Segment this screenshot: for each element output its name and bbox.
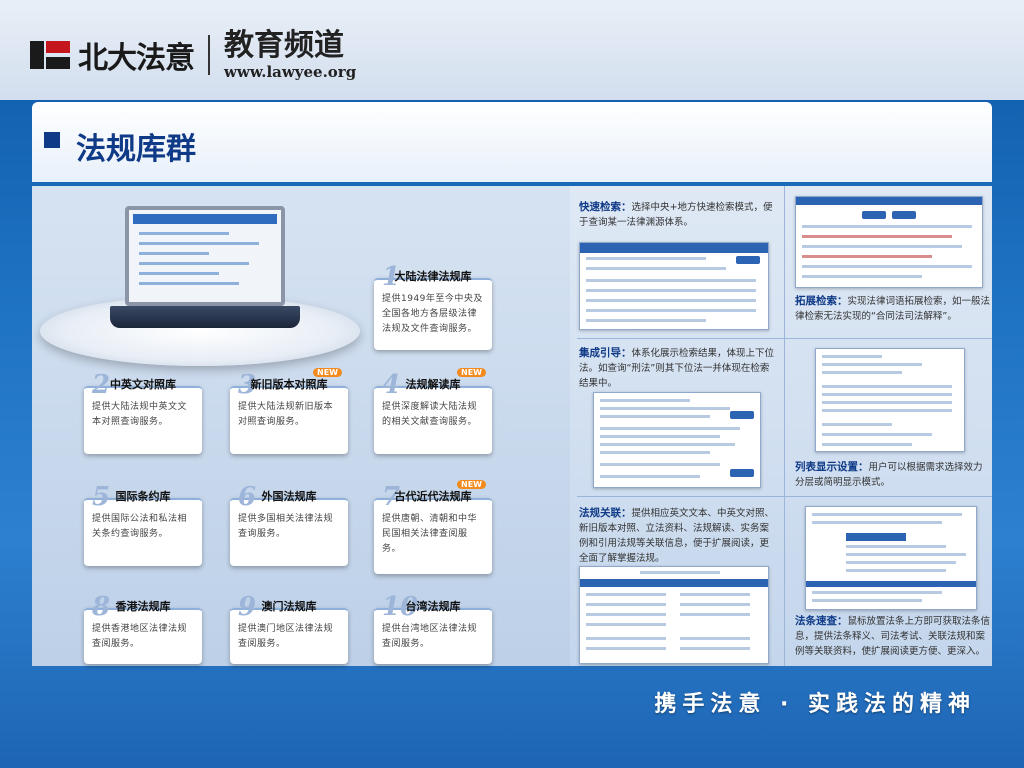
feature-extended-search: 拓展检索：实现法律词语拓展检索，如一般法律检索无法实现的“合同法司法解释”。 bbox=[795, 294, 991, 324]
feature-list-display: 列表显示设置：用户可以根据需求选择效力分层或简明显示模式。 bbox=[795, 460, 991, 490]
card-title: 法规解读库 bbox=[405, 378, 461, 391]
column-divider bbox=[784, 186, 785, 666]
card-description: 提供大陆法规新旧版本对照查询服务。 bbox=[238, 402, 334, 427]
feature-title: 拓展检索： bbox=[795, 295, 848, 307]
site-logo[interactable]: 北大法意 教育频道 www.lawyee.org bbox=[30, 30, 356, 80]
card-ancient-law[interactable]: NEW 7 古代近代法规库 提供唐朝、清朝和中华民国相关法律查阅服务。 bbox=[374, 480, 492, 574]
card-taiwan[interactable]: 10 台湾法规库 提供台湾地区法律法规查阅服务。 bbox=[374, 592, 492, 664]
clause-quick-screenshot bbox=[805, 506, 977, 610]
card-description: 提供澳门地区法律法规查阅服务。 bbox=[238, 624, 334, 649]
channel-name: 教育频道 bbox=[224, 27, 344, 63]
feature-quick-search: 快速检索：选择中央+地方快速检索模式，便于查询某一法律渊源体系。 bbox=[579, 200, 775, 230]
footer-slogan: 携手法意 · 实践法的精神 bbox=[654, 692, 976, 717]
card-cn-en[interactable]: 2 中英文对照库 提供大陆法规中英文文本对照查询服务。 bbox=[84, 370, 202, 454]
card-foreign-law[interactable]: 6 外国法规库 提供多国相关法律法规查询服务。 bbox=[230, 482, 348, 566]
card-hongkong[interactable]: 8 香港法规库 提供香港地区法律法规查阅服务。 bbox=[84, 592, 202, 664]
laptop-illustration bbox=[40, 206, 360, 366]
card-title: 香港法规库 bbox=[115, 600, 171, 613]
card-treaty[interactable]: 5 国际条约库 提供国际公法和私法相关条约查询服务。 bbox=[84, 482, 202, 566]
card-title: 中英文对照库 bbox=[110, 378, 176, 391]
title-square-icon bbox=[44, 132, 60, 148]
row-divider bbox=[577, 496, 992, 497]
integrated-guide-screenshot bbox=[593, 392, 761, 488]
card-title: 大陆法律法规库 bbox=[394, 270, 472, 283]
card-title: 国际条约库 bbox=[115, 490, 171, 503]
card-mainland-law[interactable]: 1 大陆法律法规库 提供1949年至今中央及全国各地方各层级法律法规及文件查询服… bbox=[374, 262, 492, 350]
card-title: 台湾法规库 bbox=[405, 600, 461, 613]
card-description: 提供1949年至今中央及全国各地方各层级法律法规及文件查询服务。 bbox=[382, 294, 483, 334]
card-description: 提供深度解读大陆法规的相关文献查询服务。 bbox=[382, 402, 478, 427]
card-description: 提供国际公法和私法相关条约查询服务。 bbox=[92, 514, 188, 539]
database-overview: 1 大陆法律法规库 提供1949年至今中央及全国各地方各层级法律法规及文件查询服… bbox=[32, 186, 570, 666]
card-title: 新旧版本对照库 bbox=[250, 378, 328, 391]
card-description: 提供香港地区法律法规查阅服务。 bbox=[92, 624, 188, 649]
title-bar: 法规库群 bbox=[32, 102, 992, 182]
feature-regulation-link: 法规关联：提供相应英文文本、中英文对照、新旧版本对照、立法资料、法规解读、实务案… bbox=[579, 506, 775, 566]
content-panel: 1 大陆法律法规库 提供1949年至今中央及全国各地方各层级法律法规及文件查询服… bbox=[32, 186, 992, 666]
logo-text: 北大法意 bbox=[78, 41, 195, 76]
laptop-screen bbox=[125, 206, 285, 306]
feature-title: 法条速查： bbox=[795, 615, 848, 627]
card-description: 提供多国相关法律法规查询服务。 bbox=[238, 514, 334, 539]
feature-integrated-guide: 集成引导：体系化展示检索结果，体现上下位法。如查询“刑法”则其下位法一并体现在检… bbox=[579, 346, 775, 391]
card-description: 提供大陆法规中英文文本对照查询服务。 bbox=[92, 402, 188, 427]
feature-title: 快速检索： bbox=[579, 201, 632, 213]
feature-clause-quick: 法条速查：鼠标放置法条上方即可获取法条信息，提供法条释义、司法考试、关联法规和案… bbox=[795, 614, 991, 659]
extended-search-screenshot bbox=[795, 196, 983, 288]
list-display-screenshot bbox=[815, 348, 965, 452]
logo-divider bbox=[208, 35, 210, 75]
row-divider bbox=[577, 338, 992, 339]
feature-title: 法规关联： bbox=[579, 507, 632, 519]
site-url: www.lawyee.org bbox=[224, 62, 357, 81]
card-interpretation[interactable]: NEW 4 法规解读库 提供深度解读大陆法规的相关文献查询服务。 bbox=[374, 368, 492, 454]
card-title: 澳门法规库 bbox=[261, 600, 317, 613]
quick-search-screenshot bbox=[579, 242, 769, 330]
feature-title: 集成引导： bbox=[579, 347, 632, 359]
card-description: 提供唐朝、清朝和中华民国相关法律查阅服务。 bbox=[382, 514, 478, 554]
regulation-link-screenshot bbox=[579, 566, 769, 664]
card-macau[interactable]: 9 澳门法规库 提供澳门地区法律法规查阅服务。 bbox=[230, 592, 348, 664]
feature-title: 列表显示设置： bbox=[795, 461, 869, 473]
card-description: 提供台湾地区法律法规查阅服务。 bbox=[382, 624, 478, 649]
laptop-base bbox=[110, 306, 300, 328]
feature-panel: 快速检索：选择中央+地方快速检索模式，便于查询某一法律渊源体系。 拓展检索：实现… bbox=[577, 186, 992, 666]
card-title: 古代近代法规库 bbox=[394, 490, 472, 503]
card-title: 外国法规库 bbox=[261, 490, 317, 503]
logo-mark-icon bbox=[30, 37, 72, 73]
card-version-compare[interactable]: NEW 3 新旧版本对照库 提供大陆法规新旧版本对照查询服务。 bbox=[230, 368, 348, 454]
footer: 携手法意 · 实践法的精神 bbox=[0, 668, 1024, 768]
page-title: 法规库群 bbox=[76, 132, 196, 167]
